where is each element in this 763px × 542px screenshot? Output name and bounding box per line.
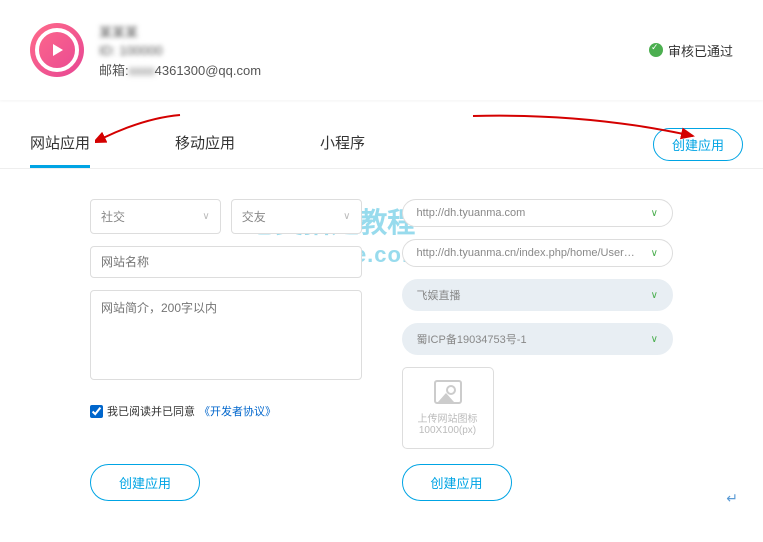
form-right-column: http://dh.tyuanma.com∨ http://dh.tyuanma… [402,199,674,449]
form-left-column: 社交∨ 交友∨ 我已阅读并已同意 《开发者协议》 [90,199,362,449]
category-secondary-select[interactable]: 交友∨ [231,199,362,234]
chevron-down-icon: ∨ [651,248,658,259]
app-name-pill[interactable]: 飞娱直播∨ [402,279,674,311]
header-left: 某某某 ID: 100000 邮箱:xxxx4361300@qq.com [30,20,261,80]
site-desc-textarea[interactable] [90,290,362,380]
tab-mobile-app[interactable]: 移动应用 [175,120,235,168]
app-logo-icon [30,23,84,77]
icp-pill[interactable]: 蜀ICP备19034753号-1∨ [402,323,674,355]
category-primary-select[interactable]: 社交∨ [90,199,221,234]
agree-text: 我已阅读并已同意 [107,403,195,419]
return-mark-icon: ↵ [726,490,738,507]
upload-icon-box[interactable]: 上传网站图标 100X100(px) [402,367,494,449]
site-name-input[interactable] [90,246,362,278]
agreement-checkbox-row[interactable]: 我已阅读并已同意 《开发者协议》 [90,403,362,419]
email-label: 邮箱:xxxx4361300@qq.com [99,63,261,78]
submit-button-left[interactable]: 创建应用 [90,464,200,501]
tab-web-app[interactable]: 网站应用 [30,120,90,168]
create-app-form: 社交∨ 交友∨ 我已阅读并已同意 《开发者协议》 http://dh.tyuan… [0,169,763,464]
create-app-button[interactable]: 创建应用 [653,128,743,161]
callback-url-pill[interactable]: http://dh.tyuanma.cn/index.php/home/User… [402,239,674,267]
approval-status: 审核已通过 [649,41,733,60]
domain-pill[interactable]: http://dh.tyuanma.com∨ [402,199,674,227]
upload-label-2: 100X100(px) [419,425,476,436]
submit-row: 创建应用 创建应用 [0,464,763,501]
tab-bar: 网站应用 移动应用 小程序 创建应用 [0,120,763,169]
chevron-down-icon: ∨ [202,211,209,222]
header-card: 某某某 ID: 100000 邮箱:xxxx4361300@qq.com 审核已… [0,0,763,100]
submit-button-right[interactable]: 创建应用 [402,464,512,501]
chevron-down-icon: ∨ [343,211,350,222]
status-text: 审核已通过 [668,41,733,60]
image-placeholder-icon [434,380,462,404]
annotation-arrow-left [95,110,185,150]
user-name-blurred: 某某某 ID: 100000 [99,22,261,58]
tab-miniapp[interactable]: 小程序 [320,120,365,168]
chevron-down-icon: ∨ [651,334,658,345]
upload-label-1: 上传网站图标 [418,410,478,425]
check-circle-icon [649,43,663,57]
chevron-down-icon: ∨ [651,290,658,301]
user-info-block: 某某某 ID: 100000 邮箱:xxxx4361300@qq.com [99,20,261,80]
agreement-checkbox[interactable] [90,405,103,418]
developer-agreement-link[interactable]: 《开发者协议》 [199,403,276,419]
chevron-down-icon: ∨ [651,208,658,219]
